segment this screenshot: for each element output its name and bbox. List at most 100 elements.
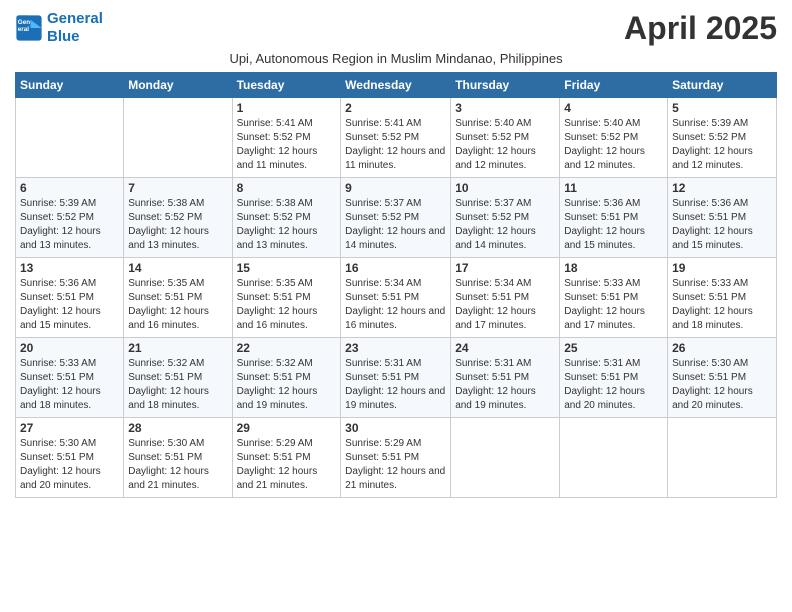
day-number: 29	[237, 421, 337, 435]
day-number: 20	[20, 341, 119, 355]
day-info: Sunrise: 5:33 AM Sunset: 5:51 PM Dayligh…	[672, 277, 772, 333]
week-row-2: 6Sunrise: 5:39 AM Sunset: 5:52 PM Daylig…	[16, 178, 777, 258]
day-info: Sunrise: 5:31 AM Sunset: 5:51 PM Dayligh…	[345, 357, 446, 413]
day-info: Sunrise: 5:30 AM Sunset: 5:51 PM Dayligh…	[128, 437, 227, 493]
day-number: 12	[672, 181, 772, 195]
day-cell: 25 Sunrise: 5:31 AM Sunset: 5:51 PM Dayli…	[560, 338, 668, 418]
day-cell: 9Sunrise: 5:37 AM Sunset: 5:52 PM Daylig…	[341, 178, 451, 258]
day-info: Sunrise: 5:34 AM Sunset: 5:51 PM Dayligh…	[345, 277, 446, 333]
day-cell: 5Sunrise: 5:39 AM Sunset: 5:52 PM Daylig…	[668, 98, 777, 178]
logo-text: General Blue	[47, 10, 103, 46]
svg-text:Gen: Gen	[18, 19, 30, 26]
day-number: 5	[672, 101, 772, 115]
day-number: 10	[455, 181, 555, 195]
logo-line1: General	[47, 10, 103, 27]
day-info: Sunrise: 5:38 AM Sunset: 5:52 PM Dayligh…	[237, 197, 337, 253]
day-cell: 21 Sunrise: 5:32 AM Sunset: 5:51 PM Dayli…	[124, 338, 232, 418]
day-number: 28	[128, 421, 227, 435]
day-info: Sunrise: 5:41 AM Sunset: 5:52 PM Dayligh…	[345, 117, 446, 173]
day-info: Sunrise: 5:41 AM Sunset: 5:52 PM Dayligh…	[237, 117, 337, 173]
day-number: 25	[564, 341, 663, 355]
day-number: 13	[20, 261, 119, 275]
day-info: Sunrise: 5:31 AM Sunset: 5:51 PM Dayligh…	[564, 357, 663, 413]
day-number: 22	[237, 341, 337, 355]
logo-line2: Blue	[47, 28, 80, 45]
day-cell: 7Sunrise: 5:38 AM Sunset: 5:52 PM Daylig…	[124, 178, 232, 258]
day-number: 2	[345, 101, 446, 115]
day-cell: 27Sunrise: 5:30 AM Sunset: 5:51 PM Dayli…	[16, 418, 124, 498]
day-number: 3	[455, 101, 555, 115]
header-row: SundayMondayTuesdayWednesdayThursdayFrid…	[16, 73, 777, 98]
day-cell: 16Sunrise: 5:34 AM Sunset: 5:51 PM Dayli…	[341, 258, 451, 338]
day-info: Sunrise: 5:40 AM Sunset: 5:52 PM Dayligh…	[564, 117, 663, 173]
day-number: 23	[345, 341, 446, 355]
day-cell: 29 Sunrise: 5:29 AM Sunset: 5:51 PM Dayli…	[232, 418, 341, 498]
day-number: 14	[128, 261, 227, 275]
day-cell: 22 Sunrise: 5:32 AM Sunset: 5:51 PM Dayli…	[232, 338, 341, 418]
day-info: Sunrise: 5:32 AM Sunset: 5:51 PM Dayligh…	[128, 357, 227, 413]
calendar-table: SundayMondayTuesdayWednesdayThursdayFrid…	[15, 72, 777, 498]
month-title: April 2025	[624, 10, 777, 47]
day-number: 11	[564, 181, 663, 195]
day-info: Sunrise: 5:36 AM Sunset: 5:51 PM Dayligh…	[672, 197, 772, 253]
header-cell-monday: Monday	[124, 73, 232, 98]
day-number: 1	[237, 101, 337, 115]
day-cell: 6Sunrise: 5:39 AM Sunset: 5:52 PM Daylig…	[16, 178, 124, 258]
day-cell: 12 Sunrise: 5:36 AM Sunset: 5:51 PM Dayli…	[668, 178, 777, 258]
day-cell: 14 Sunrise: 5:35 AM Sunset: 5:51 PM Dayli…	[124, 258, 232, 338]
page-header: Gen eral General Blue April 2025	[15, 10, 777, 47]
day-info: Sunrise: 5:31 AM Sunset: 5:51 PM Dayligh…	[455, 357, 555, 413]
day-cell: 17Sunrise: 5:34 AM Sunset: 5:51 PM Dayli…	[451, 258, 560, 338]
day-cell: 4 Sunrise: 5:40 AM Sunset: 5:52 PM Daylig…	[560, 98, 668, 178]
day-number: 9	[345, 181, 446, 195]
day-info: Sunrise: 5:35 AM Sunset: 5:51 PM Dayligh…	[128, 277, 227, 333]
day-cell: 1 Sunrise: 5:41 AM Sunset: 5:52 PM Daylig…	[232, 98, 341, 178]
header-cell-thursday: Thursday	[451, 73, 560, 98]
day-cell	[668, 418, 777, 498]
day-cell: 8 Sunrise: 5:38 AM Sunset: 5:52 PM Daylig…	[232, 178, 341, 258]
day-number: 4	[564, 101, 663, 115]
day-number: 21	[128, 341, 227, 355]
day-cell: 11 Sunrise: 5:36 AM Sunset: 5:51 PM Dayli…	[560, 178, 668, 258]
day-number: 18	[564, 261, 663, 275]
day-info: Sunrise: 5:40 AM Sunset: 5:52 PM Dayligh…	[455, 117, 555, 173]
day-cell	[560, 418, 668, 498]
day-number: 8	[237, 181, 337, 195]
day-info: Sunrise: 5:36 AM Sunset: 5:51 PM Dayligh…	[564, 197, 663, 253]
title-block: April 2025	[624, 10, 777, 47]
subtitle: Upi, Autonomous Region in Muslim Mindana…	[15, 51, 777, 66]
day-number: 15	[237, 261, 337, 275]
day-number: 6	[20, 181, 119, 195]
day-cell: 18Sunrise: 5:33 AM Sunset: 5:51 PM Dayli…	[560, 258, 668, 338]
day-number: 7	[128, 181, 227, 195]
header-cell-wednesday: Wednesday	[341, 73, 451, 98]
day-info: Sunrise: 5:37 AM Sunset: 5:52 PM Dayligh…	[455, 197, 555, 253]
svg-text:eral: eral	[18, 26, 29, 33]
day-cell: 26 Sunrise: 5:30 AM Sunset: 5:51 PM Dayli…	[668, 338, 777, 418]
day-cell: 10 Sunrise: 5:37 AM Sunset: 5:52 PM Dayli…	[451, 178, 560, 258]
day-cell: 20 Sunrise: 5:33 AM Sunset: 5:51 PM Dayli…	[16, 338, 124, 418]
day-cell: 19Sunrise: 5:33 AM Sunset: 5:51 PM Dayli…	[668, 258, 777, 338]
day-cell: 24Sunrise: 5:31 AM Sunset: 5:51 PM Dayli…	[451, 338, 560, 418]
week-row-4: 20 Sunrise: 5:33 AM Sunset: 5:51 PM Dayli…	[16, 338, 777, 418]
day-number: 30	[345, 421, 446, 435]
day-number: 26	[672, 341, 772, 355]
header-cell-sunday: Sunday	[16, 73, 124, 98]
header-cell-tuesday: Tuesday	[232, 73, 341, 98]
day-cell: 2 Sunrise: 5:41 AM Sunset: 5:52 PM Daylig…	[341, 98, 451, 178]
day-cell	[124, 98, 232, 178]
day-number: 27	[20, 421, 119, 435]
day-info: Sunrise: 5:34 AM Sunset: 5:51 PM Dayligh…	[455, 277, 555, 333]
day-cell: 13Sunrise: 5:36 AM Sunset: 5:51 PM Dayli…	[16, 258, 124, 338]
week-row-1: 1 Sunrise: 5:41 AM Sunset: 5:52 PM Daylig…	[16, 98, 777, 178]
week-row-3: 13Sunrise: 5:36 AM Sunset: 5:51 PM Dayli…	[16, 258, 777, 338]
day-cell: 23 Sunrise: 5:31 AM Sunset: 5:51 PM Dayli…	[341, 338, 451, 418]
day-cell: 30Sunrise: 5:29 AM Sunset: 5:51 PM Dayli…	[341, 418, 451, 498]
day-info: Sunrise: 5:29 AM Sunset: 5:51 PM Dayligh…	[237, 437, 337, 493]
day-info: Sunrise: 5:33 AM Sunset: 5:51 PM Dayligh…	[20, 357, 119, 413]
day-cell: 28 Sunrise: 5:30 AM Sunset: 5:51 PM Dayli…	[124, 418, 232, 498]
day-info: Sunrise: 5:32 AM Sunset: 5:51 PM Dayligh…	[237, 357, 337, 413]
day-cell	[16, 98, 124, 178]
day-cell: 15Sunrise: 5:35 AM Sunset: 5:51 PM Dayli…	[232, 258, 341, 338]
day-info: Sunrise: 5:30 AM Sunset: 5:51 PM Dayligh…	[672, 357, 772, 413]
